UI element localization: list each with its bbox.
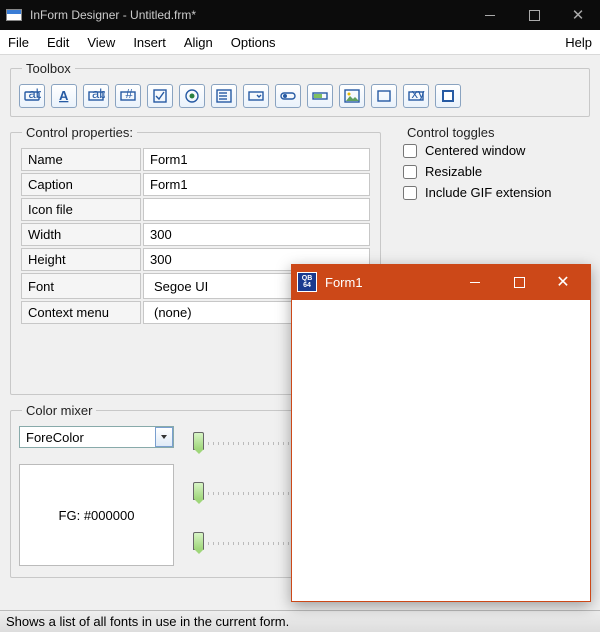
color-property-value: ForeColor — [26, 430, 84, 445]
prop-label: Icon file — [21, 198, 141, 221]
prop-row-width: Width 300 — [21, 223, 370, 246]
prop-value-icon[interactable] — [143, 198, 370, 221]
font-name[interactable]: Segoe UI — [150, 279, 301, 294]
tool-button-icon[interactable]: ab — [19, 84, 45, 108]
svg-text:#: # — [126, 87, 134, 101]
toggle-label: Resizable — [425, 164, 482, 179]
dropdown-icon[interactable] — [155, 427, 173, 447]
toggles-group: Control toggles Centered window Resizabl… — [395, 125, 590, 235]
tool-menu-icon[interactable] — [435, 84, 461, 108]
swatch-label: FG: #000000 — [59, 508, 135, 523]
tool-label-icon[interactable]: abl — [83, 84, 109, 108]
status-bar: Shows a list of all fonts in use in the … — [0, 610, 600, 632]
prop-value-width[interactable]: 300 — [143, 223, 370, 246]
properties-legend: Control properties: — [22, 125, 137, 140]
prop-row-caption: Caption Form1 — [21, 173, 370, 196]
toolbox-row: ab A abl # xy — [19, 84, 581, 108]
tool-trackbar-icon[interactable]: xy — [403, 84, 429, 108]
preview-minimize-button[interactable] — [453, 264, 497, 300]
menu-help[interactable]: Help — [565, 35, 592, 50]
color-swatch: FG: #000000 — [19, 464, 174, 566]
toggles-legend: Control toggles — [403, 125, 498, 140]
svg-text:xy: xy — [412, 87, 426, 101]
menu-align[interactable]: Align — [184, 35, 213, 50]
tool-label-bold-icon[interactable]: A — [51, 84, 77, 108]
svg-text:ab: ab — [29, 87, 42, 101]
prop-value-caption[interactable]: Form1 — [143, 173, 370, 196]
prop-label: Caption — [21, 173, 141, 196]
menu-file[interactable]: File — [8, 35, 29, 50]
prop-value-name[interactable]: Form1 — [143, 148, 370, 171]
toggle-centered[interactable]: Centered window — [403, 140, 582, 161]
svg-text:A: A — [59, 88, 69, 103]
qb64-logo-icon: QB64 — [297, 272, 317, 292]
svg-text:abl: abl — [92, 87, 105, 101]
titlebar: InForm Designer - Untitled.frm* ✕ — [0, 0, 600, 30]
menu-insert[interactable]: Insert — [133, 35, 166, 50]
tool-list-icon[interactable] — [211, 84, 237, 108]
tool-checkbox-icon[interactable] — [147, 84, 173, 108]
prop-row-name: Name Form1 — [21, 148, 370, 171]
window-title: InForm Designer - Untitled.frm* — [30, 8, 468, 22]
preview-client[interactable] — [291, 300, 591, 602]
toggle-label: Include GIF extension — [425, 185, 551, 200]
prop-label: Height — [21, 248, 141, 271]
maximize-button[interactable] — [512, 0, 556, 30]
checkbox-gif[interactable] — [403, 186, 417, 200]
prop-label: Font — [21, 273, 141, 299]
preview-maximize-button[interactable] — [497, 264, 541, 300]
checkbox-resizable[interactable] — [403, 165, 417, 179]
preview-titlebar[interactable]: QB64 Form1 ✕ — [291, 264, 591, 300]
app-icon — [6, 9, 22, 21]
prop-label: Width — [21, 223, 141, 246]
toggle-resizable[interactable]: Resizable — [403, 161, 582, 182]
prop-label: Name — [21, 148, 141, 171]
preview-title: Form1 — [325, 275, 453, 290]
toggle-gif[interactable]: Include GIF extension — [403, 182, 582, 203]
close-button[interactable]: ✕ — [556, 0, 600, 30]
toggle-label: Centered window — [425, 143, 525, 158]
preview-close-button[interactable]: ✕ — [541, 264, 585, 300]
prop-label: Context menu — [21, 301, 141, 324]
toolbox-group: Toolbox ab A abl # xy — [10, 61, 590, 117]
tool-frame-icon[interactable] — [371, 84, 397, 108]
menu-view[interactable]: View — [87, 35, 115, 50]
tool-dropdown-icon[interactable] — [243, 84, 269, 108]
slider-thumb-icon[interactable] — [193, 482, 204, 500]
menubar: File Edit View Insert Align Options Help — [0, 30, 600, 55]
menu-options[interactable]: Options — [231, 35, 276, 50]
toolbox-legend: Toolbox — [22, 61, 75, 76]
mixer-legend: Color mixer — [22, 403, 96, 418]
color-property-select[interactable]: ForeColor — [19, 426, 174, 448]
tool-progressbar-icon[interactable] — [307, 84, 333, 108]
checkbox-centered[interactable] — [403, 144, 417, 158]
slider-thumb-icon[interactable] — [193, 432, 204, 450]
status-text: Shows a list of all fonts in use in the … — [6, 614, 289, 629]
tool-picturebox-icon[interactable] — [339, 84, 365, 108]
form-preview[interactable]: QB64 Form1 ✕ — [291, 264, 591, 602]
tool-toggle-icon[interactable] — [275, 84, 301, 108]
menu-edit[interactable]: Edit — [47, 35, 69, 50]
slider-thumb-icon[interactable] — [193, 532, 204, 550]
minimize-button[interactable] — [468, 0, 512, 30]
prop-row-icon: Icon file — [21, 198, 370, 221]
tool-numeric-icon[interactable]: # — [115, 84, 141, 108]
tool-radio-icon[interactable] — [179, 84, 205, 108]
